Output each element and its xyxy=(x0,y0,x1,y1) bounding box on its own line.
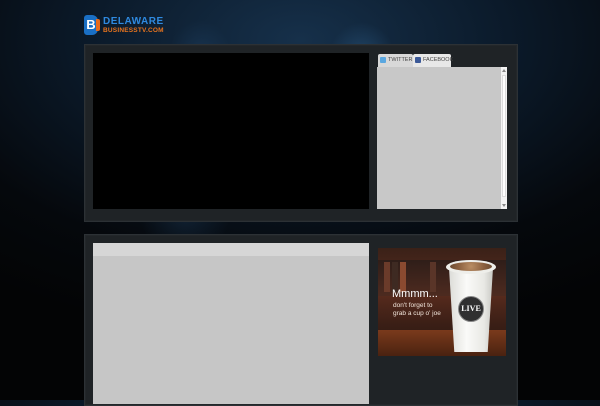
tab-twitter-label: TWITTER xyxy=(388,57,413,63)
ad-background-item xyxy=(384,262,390,292)
social-feed[interactable] xyxy=(377,67,507,209)
coffee-cup-image: LIVE xyxy=(446,260,496,352)
logo-subtitle: BUSINESSTV.COM xyxy=(103,27,164,34)
video-player[interactable] xyxy=(93,53,369,209)
scroll-down-icon[interactable] xyxy=(502,204,506,207)
tab-facebook-label: FACEBOOK xyxy=(423,57,454,63)
coffee-ad-banner[interactable]: Mmmm... don't forget to grab a cup o' jo… xyxy=(378,248,506,356)
feed-scrollbar[interactable] xyxy=(501,67,507,209)
ad-headline: Mmmm... xyxy=(392,288,438,300)
tab-facebook[interactable]: FACEBOOK xyxy=(413,54,454,67)
site-logo[interactable]: B DELAWARE BUSINESSTV.COM xyxy=(84,15,174,37)
content-header-bar xyxy=(93,243,369,256)
twitter-icon xyxy=(380,57,386,63)
cup-logo: LIVE xyxy=(458,296,484,322)
logo-title: DELAWARE xyxy=(103,16,164,27)
ad-subtext: don't forget to grab a cup o' joe xyxy=(393,302,441,317)
scroll-up-icon[interactable] xyxy=(502,69,506,72)
facebook-icon xyxy=(415,57,421,63)
content-area xyxy=(93,243,369,404)
scrollbar-thumb[interactable] xyxy=(502,75,506,197)
tab-twitter[interactable]: TWITTER xyxy=(378,54,413,67)
logo-mark: B xyxy=(84,15,100,35)
cup-foam xyxy=(450,262,492,271)
